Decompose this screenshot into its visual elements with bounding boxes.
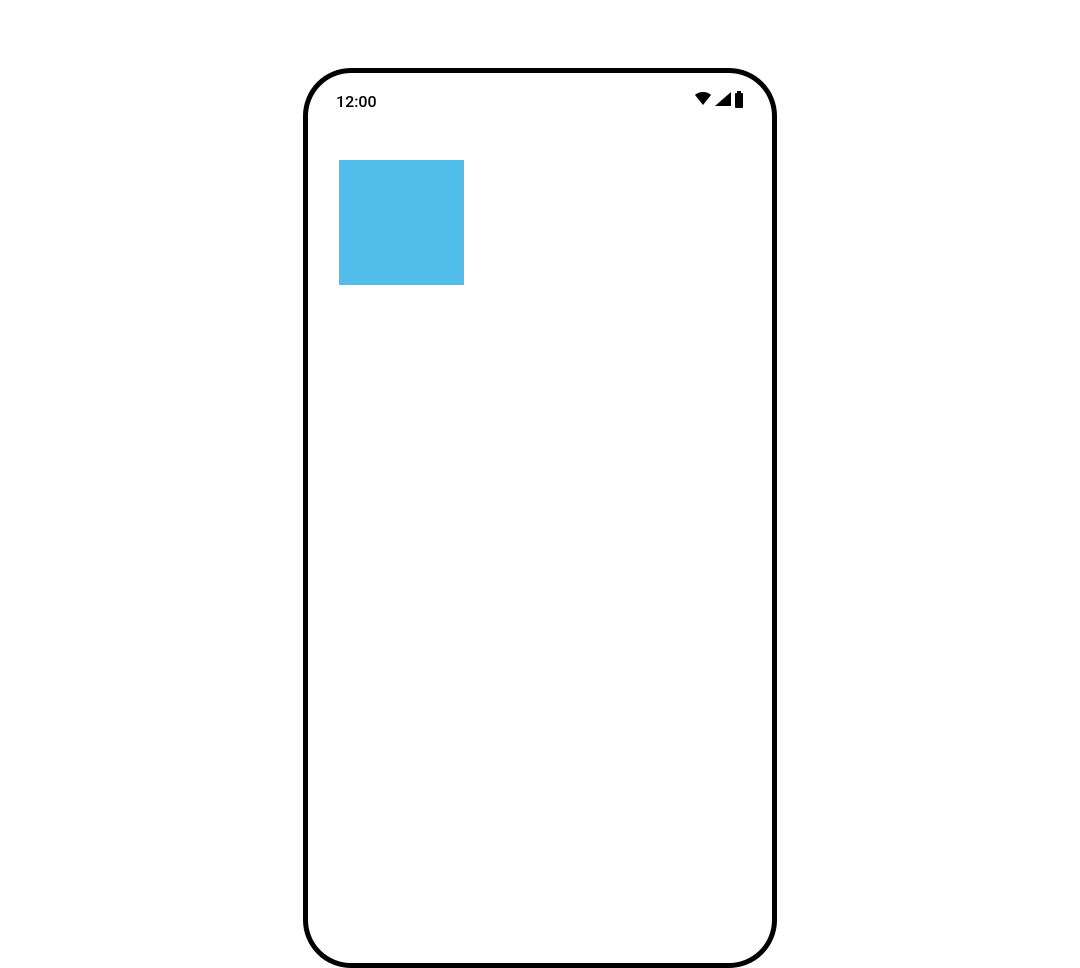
draggable-square[interactable] bbox=[339, 160, 464, 285]
status-bar-icons bbox=[694, 91, 744, 112]
phone-frame: 12:00 bbox=[303, 68, 777, 968]
touch-indicator bbox=[402, 298, 432, 328]
cellular-icon bbox=[714, 91, 732, 111]
status-bar-time: 12:00 bbox=[336, 92, 377, 111]
status-bar: 12:00 bbox=[308, 73, 772, 129]
battery-icon bbox=[734, 91, 744, 112]
wifi-icon bbox=[694, 91, 712, 111]
